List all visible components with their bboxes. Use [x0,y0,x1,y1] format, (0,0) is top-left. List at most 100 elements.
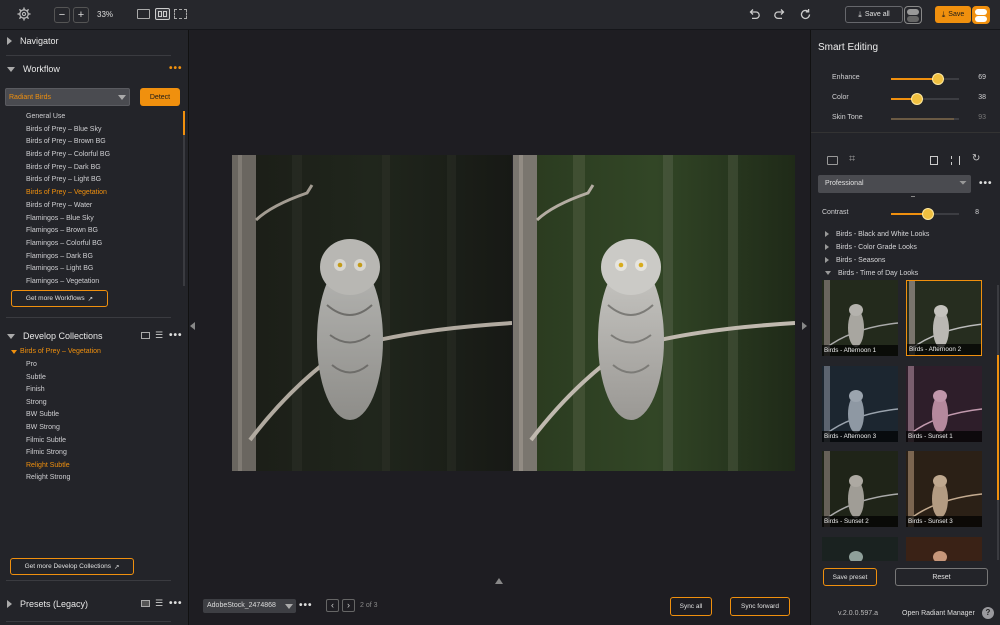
list-item[interactable]: Birds of Prey – Dark BG [26,162,176,175]
workflow-scrollbar[interactable] [183,111,185,286]
sync-forward-button[interactable]: Sync forward [730,597,790,616]
look-thumbnail[interactable]: Birds - Sunset 2 [822,451,898,527]
list-item[interactable]: BW Strong [26,422,70,435]
open-radiant-manager-link[interactable]: Open Radiant Manager [902,610,975,617]
workflow-more-icon[interactable]: ••• [169,63,183,74]
list-item[interactable]: Flamingos – Colorful BG [26,238,176,251]
list-item[interactable]: Birds of Prey – Colorful BG [26,149,176,162]
look-group[interactable]: Birds - Black and White Looks [825,228,929,240]
look-thumbnail[interactable]: Birds - Sunset 1 [906,366,982,442]
refresh-icon[interactable] [799,8,812,23]
list-item[interactable]: Birds of Prey – Brown BG [26,136,176,149]
look-thumbnail-selected[interactable]: Birds - Afternoon 2 [906,280,982,356]
skin-tone-slider[interactable]: Skin Tone 93 [811,113,1000,125]
get-more-develop-button[interactable]: Get more Develop Collections ↗ [10,558,134,575]
filter-icon[interactable]: ⏷ [959,178,967,189]
grid-view-icon[interactable] [141,332,150,339]
look-thumbnail[interactable]: Birds - Sunset 3 [906,451,982,527]
save-toggle[interactable] [972,6,990,24]
get-more-workflows-button[interactable]: Get more Workflows ↗ [11,290,108,307]
look-thumbnail[interactable] [822,537,898,561]
list-item[interactable]: Flamingos – Dark BG [26,251,176,264]
detect-button[interactable]: Detect [140,88,180,106]
undo-icon[interactable] [748,8,761,23]
list-item-selected[interactable]: Birds of Prey – Vegetation [26,187,176,200]
flip-horizontal-icon[interactable] [951,156,960,165]
before-photo[interactable] [232,155,512,471]
list-item[interactable]: Flamingos – Blue Sky [26,213,176,226]
list-item[interactable]: Relight Strong [26,472,70,485]
list-view-icon[interactable]: ☰ [155,330,163,341]
look-group-open[interactable]: Birds - Time of Day Looks [825,267,918,279]
list-item[interactable]: Subtle [26,372,70,385]
look-group[interactable]: Birds - Seasons [825,254,885,266]
list-item[interactable]: Strong [26,397,70,410]
profile-more-icon[interactable]: ••• [979,178,993,189]
color-slider[interactable]: Color 38 [811,93,1000,105]
divider [6,580,171,581]
list-item[interactable]: Birds of Prey – Blue Sky [26,124,176,137]
presets-more-icon[interactable]: ••• [169,598,183,609]
list-item[interactable]: Filmic Strong [26,447,70,460]
list-item[interactable]: General Use [26,111,176,124]
previous-image-button[interactable]: ‹ [326,599,339,612]
collapse-arrow-icon [7,66,15,72]
compare-view-icon[interactable] [174,9,187,19]
help-icon[interactable]: ? [982,607,994,619]
contrast-slider[interactable]: Contrast 8 [811,208,1000,220]
sync-all-button[interactable]: Sync all [670,597,712,616]
list-item[interactable]: BW Subtle [26,409,70,422]
look-thumbnail[interactable]: Birds - Afternoon 3 [822,366,898,442]
image-icon[interactable] [827,156,838,165]
zoom-in-button[interactable]: + [73,7,89,23]
crop-icon[interactable]: ⌗ [849,153,855,166]
split-view-icon[interactable] [155,8,170,20]
enhance-slider[interactable]: Enhance 69 [811,73,1000,85]
settings-gear-icon[interactable] [17,7,31,21]
list-item[interactable]: Birds of Prey – Water [26,200,176,213]
looks-scrollbar[interactable] [997,285,999,560]
next-image-button[interactable]: › [342,599,355,612]
look-thumbnail[interactable] [906,537,982,561]
reset-button[interactable]: Reset [895,568,988,586]
profile-select[interactable]: Professional ⏷ [818,175,971,193]
expand-arrow-icon [7,37,12,45]
workflow-header[interactable]: Workflow [0,59,189,79]
save-all-toggle[interactable] [904,6,922,24]
list-item[interactable]: Filmic Subtle [26,435,70,448]
navigator-header[interactable]: Navigator [0,31,189,51]
filmstrip-toggle-icon[interactable] [495,578,503,584]
file-select[interactable]: AdobeStock_2474868 [203,599,296,613]
list-item[interactable]: Finish [26,384,70,397]
flip-vertical-icon[interactable] [930,156,938,165]
collapse-right-icon[interactable] [802,322,807,330]
save-preset-button[interactable]: Save preset [823,568,877,586]
file-more-icon[interactable]: ••• [299,600,313,611]
list-item-selected[interactable]: Relight Subtle [26,460,70,473]
right-panel: Smart Editing Enhance 69 Color 38 Skin T… [810,30,1000,625]
list-item[interactable]: Birds of Prey – Light BG [26,174,176,187]
divider [6,55,171,56]
list-item[interactable]: Flamingos – Vegetation [26,276,176,289]
after-photo[interactable] [513,155,795,471]
collapse-left-icon[interactable] [190,322,195,330]
redo-icon[interactable] [773,8,786,23]
list-item[interactable]: Flamingos – Light BG [26,263,176,276]
develop-list: Pro Subtle Finish Strong BW Subtle BW St… [26,359,70,485]
save-button[interactable]: ⤓ Save [935,6,971,23]
grid-view-icon[interactable] [141,600,150,607]
look-thumbnail[interactable]: Birds - Afternoon 1 [822,280,898,356]
look-group[interactable]: Birds - Color Grade Looks [825,241,917,253]
list-item[interactable]: Flamingos – Brown BG [26,225,176,238]
develop-more-icon[interactable]: ••• [169,330,183,341]
save-all-button[interactable]: ⤓ Save all [845,6,903,23]
list-item[interactable]: Pro [26,359,70,372]
workflow-select[interactable]: Radiant Birds [5,88,130,106]
download-icon: ⤓ [941,9,946,19]
list-view-icon[interactable]: ☰ [155,598,163,609]
zoom-out-button[interactable]: − [54,7,70,23]
single-view-icon[interactable] [137,9,150,19]
develop-group[interactable]: Birds of Prey – Vegetation [11,348,101,355]
rotate-icon[interactable]: ↻ [972,153,980,164]
version-label: v.2.0.0.597.a [838,610,878,617]
